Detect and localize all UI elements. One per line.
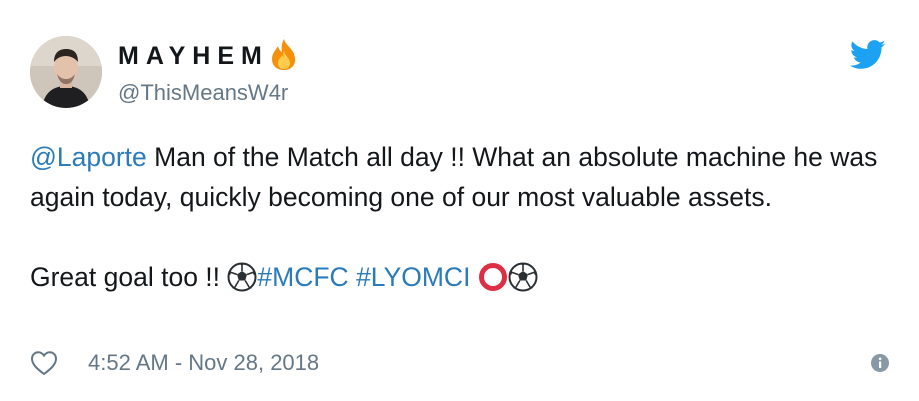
soccer-ball-icon [508, 262, 538, 292]
avatar[interactable] [30, 36, 102, 108]
hashtag-mcfc[interactable]: #MCFC [257, 262, 348, 292]
user-handle[interactable]: @ThisMeansW4r [118, 80, 288, 106]
heart-icon[interactable] [30, 350, 58, 376]
tweet-line2-text: Great goal too !! [30, 262, 228, 292]
tweet-card: MAYHEM @ThisMeansW4r @Laporte Man of the… [0, 0, 919, 401]
tweet-paragraph-2: Great goal too !! #MCFC #LYOMCI [30, 257, 900, 297]
tweet-body-text: Man of the Match all day !! What an abso… [30, 142, 878, 212]
mention-link[interactable]: @Laporte [30, 142, 147, 172]
profile-photo-icon [30, 36, 102, 108]
emoji-separator [470, 262, 477, 292]
hashtag-separator [349, 262, 356, 292]
hashtag-lyomci[interactable]: #LYOMCI [356, 262, 470, 292]
tweet-text: @Laporte Man of the Match all day !! Wha… [30, 137, 900, 297]
fire-icon [271, 38, 295, 70]
soccer-ball-icon [227, 262, 257, 292]
twitter-bird-icon[interactable] [850, 40, 886, 70]
hollow-red-circle-icon [478, 263, 507, 291]
tweet-paragraph-1: @Laporte Man of the Match all day !! Wha… [30, 137, 900, 217]
tweet-timestamp[interactable]: 4:52 AM - Nov 28, 2018 [88, 350, 319, 376]
display-name-text: MAYHEM [118, 42, 269, 70]
info-icon[interactable] [870, 353, 890, 373]
tweet-footer: 4:52 AM - Nov 28, 2018 [30, 345, 890, 381]
display-name[interactable]: MAYHEM [118, 38, 299, 71]
